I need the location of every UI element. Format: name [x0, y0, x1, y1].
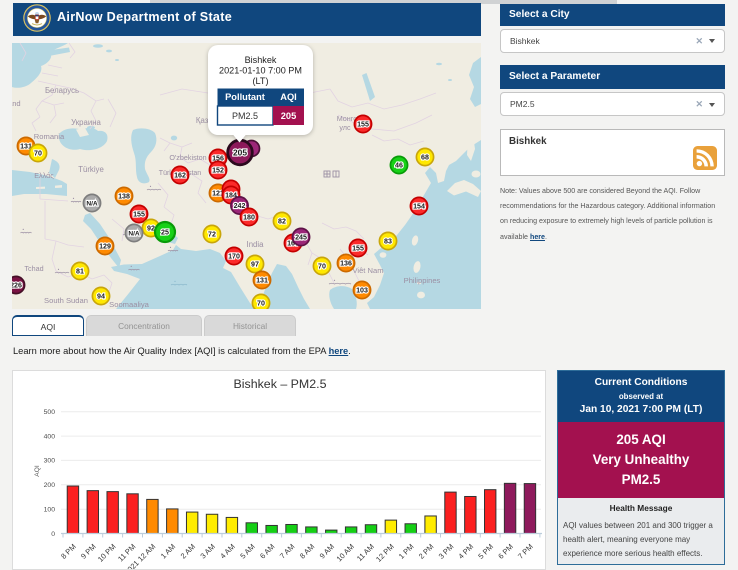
- svg-text:170: 170: [228, 253, 240, 261]
- svg-text:155: 155: [352, 245, 364, 253]
- svg-text:81: 81: [76, 268, 84, 276]
- svg-text:8 AM: 8 AM: [298, 542, 316, 560]
- svg-text:12 PM: 12 PM: [374, 542, 396, 564]
- svg-text:9 PM: 9 PM: [79, 542, 98, 561]
- svg-text:O'zbekiston: O'zbekiston: [169, 153, 206, 162]
- svg-text:7 PM: 7 PM: [516, 542, 535, 561]
- svg-text:25: 25: [161, 229, 169, 237]
- svg-text:Беларусь: Беларусь: [45, 86, 79, 95]
- svg-text:1 AM: 1 AM: [159, 542, 177, 560]
- svg-text:205: 205: [233, 148, 247, 158]
- svg-text:4 PM: 4 PM: [456, 542, 475, 561]
- svg-text:India: India: [247, 240, 265, 249]
- svg-text:242: 242: [234, 202, 246, 210]
- svg-text:180: 180: [243, 214, 255, 222]
- svg-text:PM2.5: PM2.5: [232, 111, 258, 121]
- svg-text:200: 200: [44, 482, 56, 489]
- svg-text:6 PM: 6 PM: [496, 542, 515, 561]
- svg-text:72: 72: [208, 231, 216, 239]
- svg-text:70: 70: [318, 263, 326, 271]
- svg-text:9 AM: 9 AM: [318, 542, 336, 560]
- svg-text:5 PM: 5 PM: [476, 542, 495, 561]
- svg-text:100: 100: [44, 507, 56, 514]
- svg-text:N/A: N/A: [86, 201, 98, 208]
- svg-text:7 AM: 7 AM: [278, 542, 296, 560]
- svg-text:N/A: N/A: [128, 231, 140, 238]
- svg-text:226: 226: [12, 282, 22, 290]
- svg-text:Viêt Nam: Viêt Nam: [352, 266, 383, 275]
- svg-text:6 AM: 6 AM: [258, 542, 276, 560]
- svg-text:Pollutant: Pollutant: [225, 92, 265, 102]
- svg-text:1 PM: 1 PM: [397, 542, 416, 561]
- svg-text:Poland: Poland: [12, 99, 21, 108]
- svg-text:46: 46: [395, 162, 403, 170]
- svg-text:Tchad: Tchad: [24, 264, 43, 273]
- svg-text:(LT): (LT): [253, 76, 269, 86]
- svg-text:70: 70: [34, 150, 42, 158]
- svg-text:155: 155: [133, 211, 145, 219]
- svg-text:3 AM: 3 AM: [198, 542, 216, 560]
- svg-text:245: 245: [295, 234, 307, 242]
- svg-text:92: 92: [147, 225, 155, 233]
- svg-text:10 AM: 10 AM: [335, 542, 356, 563]
- svg-text:68: 68: [421, 154, 429, 162]
- svg-text:154: 154: [413, 203, 425, 211]
- svg-text:Philippines: Philippines: [404, 276, 441, 285]
- svg-text:300: 300: [44, 458, 56, 465]
- svg-text:AQI: AQI: [280, 92, 297, 102]
- svg-text:Украина: Украина: [71, 118, 101, 127]
- svg-text:129: 129: [99, 243, 111, 251]
- svg-text:103: 103: [356, 287, 368, 295]
- svg-text:5 AM: 5 AM: [238, 542, 256, 560]
- svg-text:70: 70: [257, 300, 265, 308]
- svg-text:82: 82: [278, 218, 286, 226]
- svg-text:0: 0: [51, 531, 55, 538]
- svg-text:11 AM: 11 AM: [355, 542, 376, 563]
- svg-text:South Sudan: South Sudan: [44, 296, 88, 305]
- svg-text:152: 152: [212, 167, 224, 175]
- svg-text:Romania: Romania: [34, 132, 65, 141]
- svg-text:136: 136: [340, 260, 352, 268]
- svg-text:138: 138: [118, 193, 130, 201]
- svg-text:3 PM: 3 PM: [437, 542, 456, 561]
- svg-text:94: 94: [97, 293, 105, 301]
- svg-text:2 AM: 2 AM: [179, 542, 197, 560]
- svg-text:улс: улс: [339, 123, 351, 132]
- svg-text:Bishkek: Bishkek: [245, 55, 277, 65]
- svg-text:2021-01-10 7:00 PM: 2021-01-10 7:00 PM: [219, 66, 302, 76]
- svg-text:Ελλάς: Ελλάς: [34, 171, 54, 180]
- svg-text:162: 162: [174, 172, 186, 180]
- svg-text:Bishkek – PM2.5: Bishkek – PM2.5: [234, 377, 327, 391]
- svg-text:500: 500: [44, 409, 56, 416]
- svg-text:8 PM: 8 PM: [59, 542, 78, 561]
- svg-text:Soomaaliya: Soomaaliya: [109, 300, 149, 309]
- svg-text:2 PM: 2 PM: [417, 542, 436, 561]
- svg-text:131: 131: [256, 277, 268, 285]
- svg-text:4 AM: 4 AM: [218, 542, 236, 560]
- svg-text:400: 400: [44, 433, 56, 440]
- svg-text:AQI: AQI: [34, 465, 41, 477]
- svg-text:Türkiye: Türkiye: [78, 165, 104, 174]
- svg-text:83: 83: [384, 238, 392, 246]
- svg-text:155: 155: [357, 121, 369, 129]
- svg-text:97: 97: [251, 261, 259, 269]
- svg-text:205: 205: [281, 111, 297, 121]
- svg-text:10 PM: 10 PM: [96, 542, 118, 564]
